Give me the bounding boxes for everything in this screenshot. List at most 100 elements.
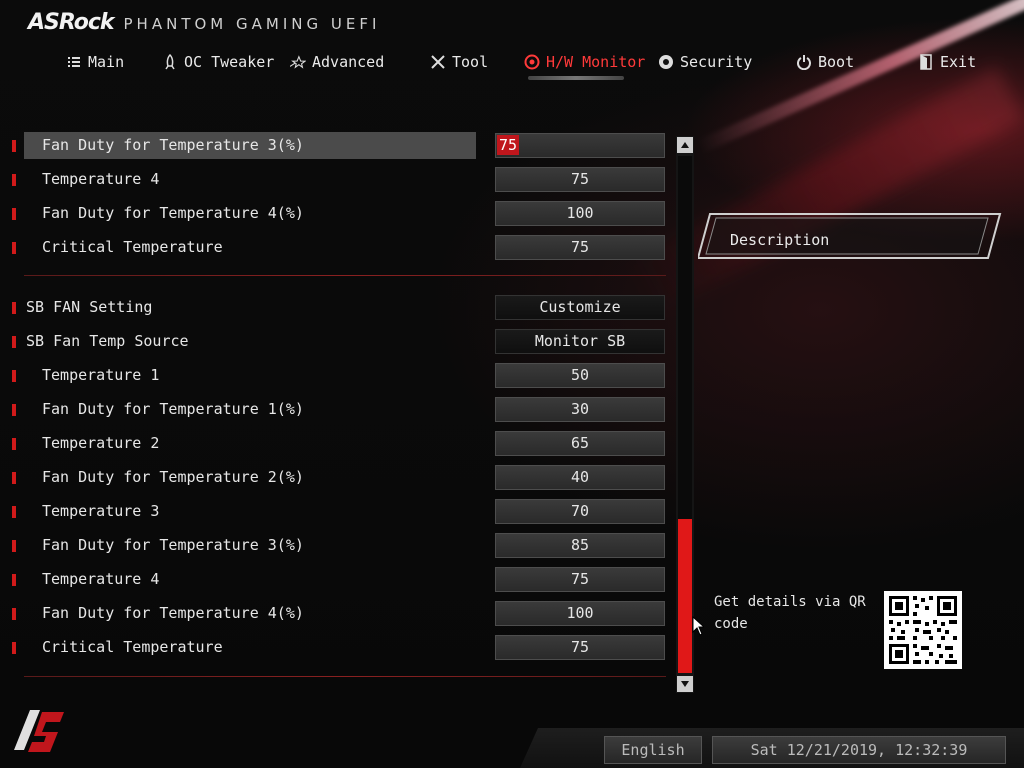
star-icon (290, 54, 306, 70)
setting-row[interactable]: Temperature 4 75 (0, 565, 670, 593)
mouse-cursor-icon (692, 615, 706, 636)
setting-label: Fan Duty for Temperature 4(%) (42, 204, 304, 222)
setting-label: Temperature 2 (42, 434, 160, 452)
tab-tool-label: Tool (452, 53, 489, 71)
setting-label: Temperature 1 (42, 366, 160, 384)
row-marker (12, 336, 16, 348)
row-marker (12, 574, 16, 586)
row-marker (12, 472, 16, 484)
product-name: PHANTOM GAMING UEFI (123, 15, 381, 33)
exit-door-icon (918, 54, 934, 70)
tab-security[interactable]: Security (658, 48, 752, 76)
description-box: Description (698, 212, 1002, 260)
setting-dropdown[interactable]: Customize (495, 295, 665, 320)
setting-label: Critical Temperature (42, 638, 223, 656)
setting-row[interactable]: Fan Duty for Temperature 1(%) 30 (0, 395, 670, 423)
setting-row[interactable]: Temperature 1 50 (0, 361, 670, 389)
setting-row[interactable]: Fan Duty for Temperature 3(%) 85 (0, 531, 670, 559)
setting-value[interactable]: 30 (495, 397, 665, 422)
setting-value[interactable]: 75 (495, 567, 665, 592)
row-marker (12, 540, 16, 552)
row-marker (12, 242, 16, 254)
row-marker (12, 506, 16, 518)
tools-icon (430, 54, 446, 70)
tab-security-label: Security (680, 53, 753, 71)
setting-label: SB FAN Setting (26, 298, 153, 316)
setting-row[interactable]: Critical Temperature 75 (0, 233, 670, 261)
setting-value[interactable]: 100 (495, 601, 665, 626)
gauge-icon (524, 54, 540, 70)
active-tab-indicator (528, 76, 624, 80)
tab-hw-monitor-label: H/W Monitor (546, 53, 646, 71)
setting-row[interactable]: Fan Duty for Temperature 3(%) 75 (0, 131, 670, 159)
row-marker (12, 370, 16, 382)
setting-value[interactable]: 40 (495, 465, 665, 490)
power-icon (796, 54, 812, 70)
tab-oc-tweaker-label: OC Tweaker (184, 53, 275, 71)
setting-label: Fan Duty for Temperature 3(%) (42, 536, 304, 554)
setting-label: Fan Duty for Temperature 2(%) (42, 468, 304, 486)
setting-label: Temperature 4 (42, 570, 160, 588)
row-marker (12, 302, 16, 314)
tab-advanced[interactable]: Advanced (290, 48, 384, 76)
setting-row[interactable]: SB Fan Temp Source Monitor SB (0, 327, 670, 355)
setting-label: Temperature 3 (42, 502, 160, 520)
shield-icon (658, 54, 674, 70)
asrock-logo: ASRock PHANTOM GAMING UEFI (28, 10, 380, 36)
setting-label: Critical Temperature (42, 238, 223, 256)
brand-name: ASRock (28, 10, 115, 35)
setting-value-input[interactable]: 75 (495, 133, 665, 158)
setting-row[interactable]: Critical Temperature 75 (0, 633, 670, 661)
setting-value[interactable]: 70 (495, 499, 665, 524)
tab-advanced-label: Advanced (312, 53, 385, 71)
setting-dropdown[interactable]: Monitor SB (495, 329, 665, 354)
description-title: Description (730, 231, 830, 249)
setting-row[interactable]: Fan Duty for Temperature 4(%) 100 (0, 199, 670, 227)
rocket-icon (162, 54, 178, 70)
setting-row[interactable]: Temperature 2 65 (0, 429, 670, 457)
setting-label: Fan Duty for Temperature 3(%) (42, 136, 304, 154)
arrow-down-icon (681, 681, 689, 687)
scroll-thumb[interactable] (678, 519, 692, 673)
setting-value[interactable]: 75 (495, 235, 665, 260)
setting-label: Fan Duty for Temperature 4(%) (42, 604, 304, 622)
tab-hw-monitor[interactable]: H/W Monitor (524, 48, 645, 76)
setting-value[interactable]: 100 (495, 201, 665, 226)
tab-tool[interactable]: Tool (430, 48, 488, 76)
setting-value[interactable]: 65 (495, 431, 665, 456)
scroll-down-button[interactable] (677, 676, 693, 692)
setting-row[interactable]: Fan Duty for Temperature 2(%) 40 (0, 463, 670, 491)
qr-code (884, 591, 962, 669)
tab-exit-label: Exit (940, 53, 977, 71)
row-marker (12, 438, 16, 450)
tab-boot[interactable]: Boot (796, 48, 854, 76)
scroll-up-button[interactable] (677, 137, 693, 153)
tab-oc-tweaker[interactable]: OC Tweaker (162, 48, 274, 76)
footer: English Sat 12/21/2019, 12:32:39 (0, 728, 1024, 768)
scrollbar[interactable] (676, 136, 694, 693)
setting-value[interactable]: 50 (495, 363, 665, 388)
setting-label: SB Fan Temp Source (26, 332, 189, 350)
qr-caption: Get details via QR code (714, 594, 866, 632)
row-marker (12, 642, 16, 654)
tab-exit[interactable]: Exit (918, 48, 976, 76)
language-button[interactable]: English (604, 736, 702, 764)
row-marker (12, 608, 16, 620)
setting-label: Fan Duty for Temperature 1(%) (42, 400, 304, 418)
setting-value[interactable]: 85 (495, 533, 665, 558)
setting-row[interactable]: Fan Duty for Temperature 4(%) 100 (0, 599, 670, 627)
setting-row[interactable]: Temperature 4 75 (0, 165, 670, 193)
date-time-display: Sat 12/21/2019, 12:32:39 (712, 736, 1006, 764)
tab-boot-label: Boot (818, 53, 855, 71)
top-nav: Main OC Tweaker Advanced Tool H/W Monito… (0, 48, 1024, 80)
setting-value[interactable]: 75 (495, 167, 665, 192)
setting-row[interactable]: Temperature 3 70 (0, 497, 670, 525)
setting-row[interactable]: SB FAN Setting Customize (0, 293, 670, 321)
tab-main-label: Main (88, 53, 125, 71)
tab-main[interactable]: Main (66, 48, 124, 76)
row-marker (12, 404, 16, 416)
row-marker (12, 208, 16, 220)
arrow-up-icon (681, 142, 689, 148)
setting-label: Temperature 4 (42, 170, 160, 188)
setting-value[interactable]: 75 (495, 635, 665, 660)
